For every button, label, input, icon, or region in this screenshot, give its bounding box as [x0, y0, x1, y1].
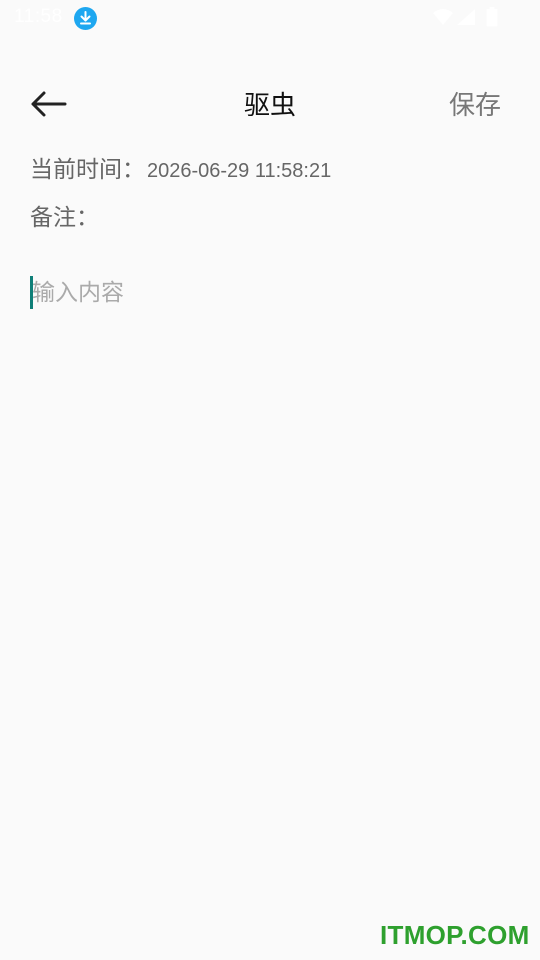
- back-button[interactable]: [26, 86, 70, 126]
- watermark: ITMOP.COM: [380, 920, 530, 950]
- current-time-row: 当前时间： 2026-06-29 11:58:21: [30, 150, 331, 184]
- current-time-label: 当前时间：: [30, 157, 145, 183]
- signal-icon: [456, 8, 476, 26]
- content-input[interactable]: [30, 274, 512, 312]
- arrow-left-icon: [29, 90, 67, 122]
- battery-icon: [486, 7, 498, 27]
- status-bar: 11:58: [0, 0, 540, 36]
- note-label: 备注：: [30, 205, 99, 231]
- current-time-value: 2026-06-29 11:58:21: [147, 160, 332, 182]
- page-title: 驱虫: [243, 91, 296, 121]
- status-time: 11:58: [14, 6, 63, 27]
- save-button[interactable]: 保存: [440, 86, 510, 126]
- wifi-icon: [432, 8, 454, 26]
- download-icon: [74, 7, 97, 30]
- text-cursor: [30, 276, 33, 309]
